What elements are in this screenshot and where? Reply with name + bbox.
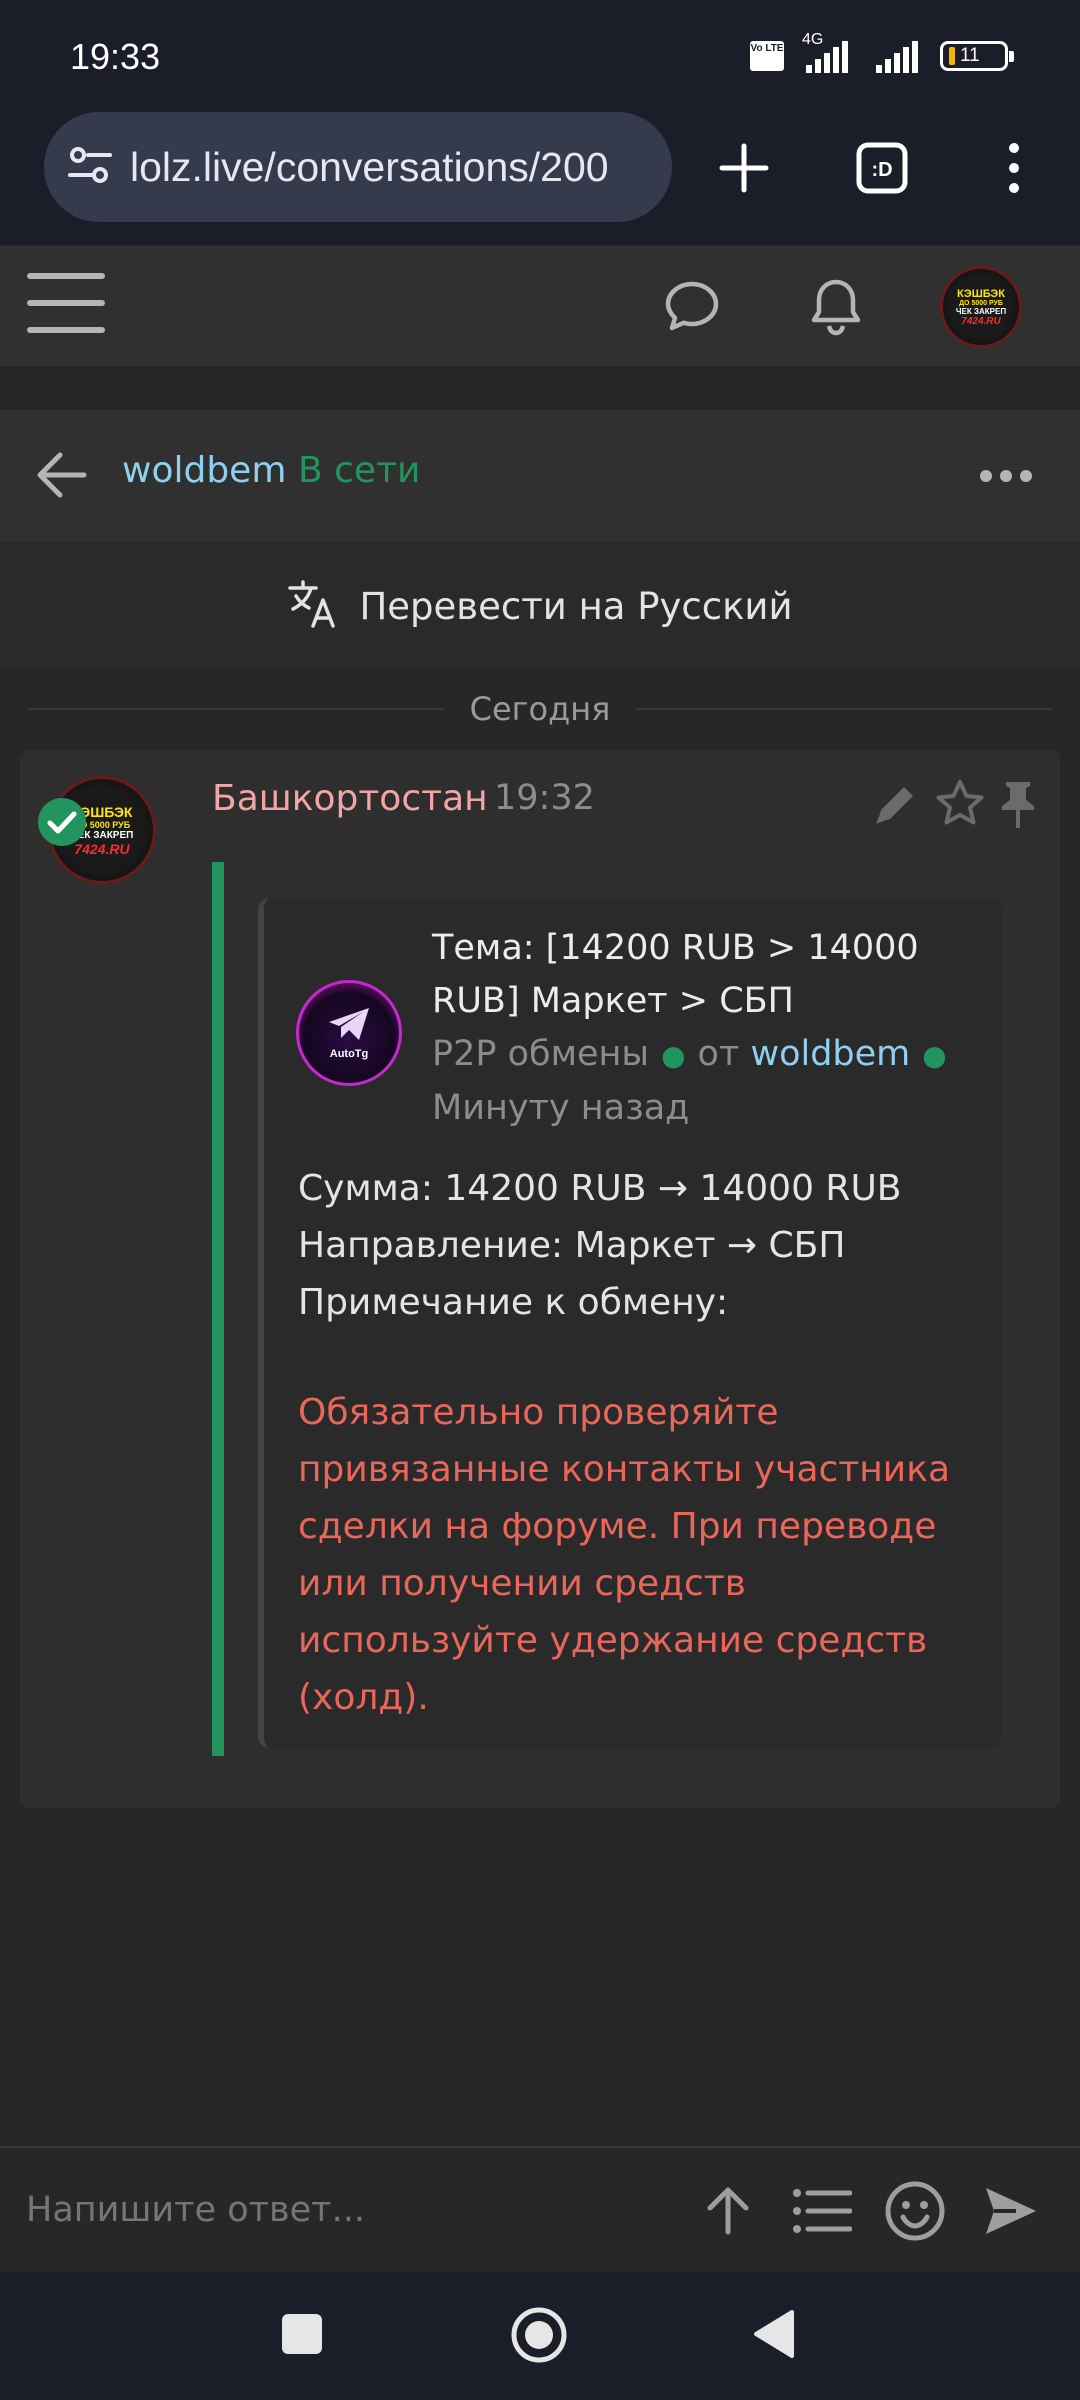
translate-icon: [287, 579, 337, 633]
more-options-icon[interactable]: [978, 466, 1034, 490]
verified-check-icon: [36, 796, 88, 852]
emoji-icon[interactable]: [884, 2180, 946, 2246]
svg-text::D: :D: [871, 159, 892, 181]
home-circle-icon[interactable]: [510, 2306, 568, 2368]
thread-meta: P2P обмены ● от woldbem ●: [432, 1034, 947, 1074]
site-settings-icon[interactable]: [68, 145, 112, 189]
date-label: Сегодня: [469, 690, 611, 728]
back-triangle-icon[interactable]: [752, 2308, 796, 2364]
volte-icon: Vo LTE: [750, 41, 784, 71]
translate-button[interactable]: Перевести на Русский: [0, 542, 1080, 670]
embed-avatar-label: AutoTg: [329, 1048, 369, 1060]
send-icon[interactable]: [982, 2182, 1040, 2244]
forum-header: [0, 246, 1080, 366]
user-avatar[interactable]: КЭШБЭК ДО 5000 РУБ ЧЕК ЗАКРЕП 7424.RU: [940, 266, 1022, 348]
paper-plane-icon: [327, 1006, 371, 1046]
conversation-username[interactable]: woldbem: [122, 450, 286, 491]
hamburger-menu-icon[interactable]: [26, 270, 106, 340]
quote-bar: [212, 862, 224, 1756]
new-tab-button[interactable]: [696, 120, 792, 216]
conversations-icon[interactable]: [664, 278, 720, 338]
notifications-bell-icon[interactable]: [808, 276, 864, 340]
thread-warning: Обязательно проверяйте привязанные конта…: [298, 1392, 951, 1718]
edit-pencil-icon[interactable]: [872, 780, 920, 832]
battery-level: 11: [960, 45, 980, 66]
body-line-direction: Направление: Маркет → СБП: [298, 1225, 846, 1266]
signal-icon: [872, 39, 922, 73]
message-time[interactable]: 19:32: [494, 778, 595, 818]
translate-label: Перевести на Русский: [359, 584, 793, 628]
battery-icon: 11: [940, 41, 1014, 71]
browser-menu-icon[interactable]: [966, 120, 1062, 216]
thread-from-label: от: [697, 1034, 740, 1074]
date-separator: Сегодня: [28, 686, 1052, 732]
star-icon[interactable]: [934, 778, 986, 832]
address-bar[interactable]: lolz.live/conversations/200: [44, 112, 672, 222]
thread-section[interactable]: P2P обмены: [432, 1034, 649, 1074]
sender-name[interactable]: Башкортостан: [212, 778, 488, 819]
body-line-amount: Сумма: 14200 RUB → 14000 RUB: [298, 1168, 902, 1209]
reply-input[interactable]: [26, 2190, 666, 2230]
tab-switcher-button[interactable]: :D: [834, 120, 930, 216]
url-text: lolz.live/conversations/200: [130, 143, 609, 190]
online-status: В сети: [298, 450, 421, 491]
status-time: 19:33: [70, 36, 161, 77]
upload-arrow-icon[interactable]: [702, 2184, 754, 2240]
embed-avatar[interactable]: AutoTg: [296, 980, 402, 1086]
recents-square-icon[interactable]: [282, 2314, 322, 2354]
back-arrow-icon[interactable]: [36, 450, 88, 504]
thread-posted-time: Минуту назад: [432, 1088, 690, 1128]
thread-author[interactable]: woldbem: [750, 1034, 910, 1074]
status-icons: Vo LTE 4G 11: [750, 31, 1014, 76]
pin-icon[interactable]: [996, 778, 1040, 834]
body-line-note: Примечание к обмену:: [298, 1282, 729, 1323]
list-format-icon[interactable]: [792, 2188, 853, 2238]
signal-4g-icon: 4G: [802, 31, 854, 73]
thread-title[interactable]: Тема: [14200 RUB > 14000 RUB] Маркет > С…: [432, 922, 952, 1028]
thread-body: Сумма: 14200 RUB → 14000 RUB Направление…: [298, 1160, 978, 1331]
